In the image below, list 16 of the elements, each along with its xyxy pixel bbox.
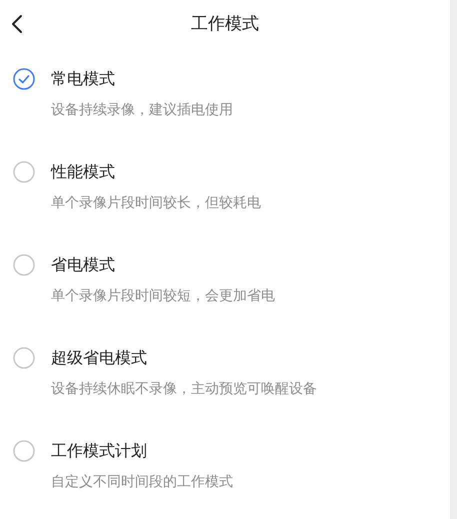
- mode-description: 单个录像片段时间较短，会更加省电: [51, 287, 275, 306]
- radio-button[interactable]: [13, 347, 35, 369]
- mode-title: 常电模式: [51, 68, 116, 90]
- radio-button[interactable]: [13, 440, 35, 462]
- mode-description: 设备持续休眠不录像，主动预览可唤醒设备: [51, 380, 317, 399]
- mode-description: 自定义不同时间段的工作模式: [51, 473, 233, 492]
- mode-description: 设备持续录像，建议插电使用: [51, 101, 233, 120]
- page-title: 工作模式: [191, 13, 259, 36]
- radio-checked-icon[interactable]: [13, 68, 35, 90]
- mode-title: 省电模式: [51, 254, 116, 276]
- mode-title: 工作模式计划: [51, 440, 148, 462]
- radio-button[interactable]: [13, 161, 35, 183]
- mode-title: 性能模式: [51, 161, 116, 183]
- radio-button[interactable]: [13, 254, 35, 276]
- mode-title: 超级省电模式: [51, 347, 148, 369]
- mode-description: 单个录像片段时间较长，但较耗电: [51, 194, 261, 213]
